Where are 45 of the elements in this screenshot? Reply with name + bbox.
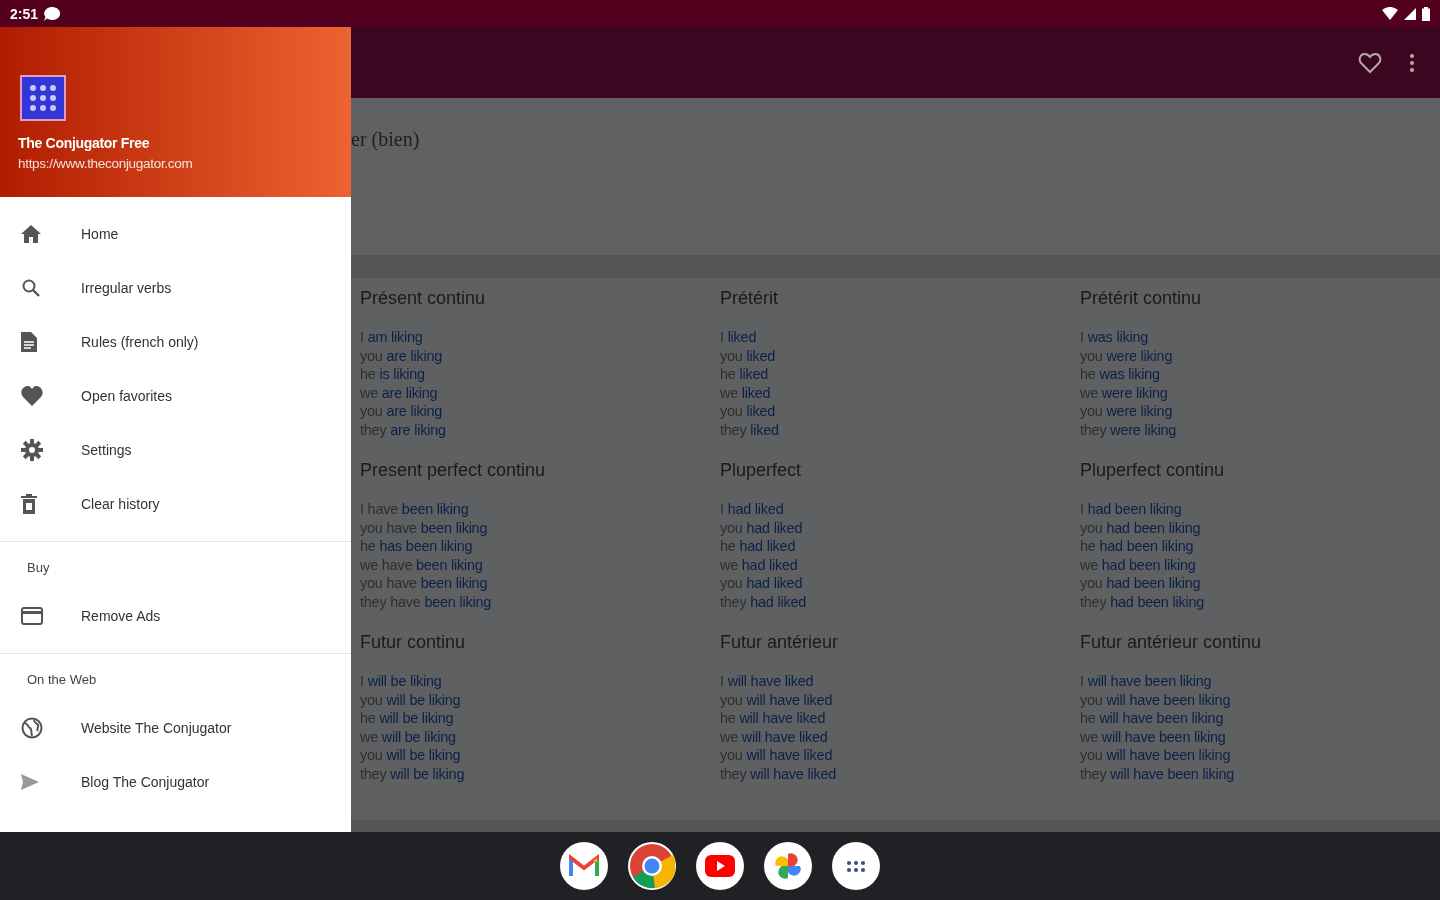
pinwheel-icon[interactable] <box>764 842 812 890</box>
tense-heading: Futur antérieur <box>720 632 840 654</box>
home-icon <box>21 225 41 243</box>
app-grid-icon[interactable] <box>832 842 880 890</box>
trash-icon <box>21 494 37 514</box>
tense-heading: Prétérit <box>720 288 780 310</box>
drawer-item[interactable]: Clear history <box>0 477 351 531</box>
drawer-item[interactable]: Remove Ads <box>0 589 351 643</box>
battery-icon <box>1422 6 1430 21</box>
search-icon <box>21 278 41 298</box>
app-logo-icon <box>20 75 66 121</box>
more-options-icon[interactable] <box>1410 53 1414 72</box>
drawer-item[interactable]: Website The Conjugator <box>0 701 351 755</box>
drawer-item[interactable]: Open favorites <box>0 369 351 423</box>
tense-heading: Futur antérieur continu <box>1080 632 1263 654</box>
app-url: https://www.theconjugator.com <box>18 156 194 171</box>
video-play-icon[interactable] <box>696 842 744 890</box>
tense-heading: Present perfect continu <box>360 460 547 482</box>
signal-icon <box>1404 7 1416 20</box>
drawer-item[interactable]: Home <box>0 207 351 261</box>
wifi-icon <box>1382 7 1398 20</box>
document-icon <box>21 332 37 352</box>
drawer-item[interactable]: Irregular verbs <box>0 261 351 315</box>
clock-time: 2:51 <box>10 5 39 22</box>
gear-icon <box>21 439 43 461</box>
tense-heading: Futur continu <box>360 632 467 654</box>
mail-app-icon[interactable] <box>560 842 608 890</box>
drawer-item[interactable]: Settings <box>0 423 351 477</box>
heart-icon <box>21 386 43 406</box>
favorite-heart-icon[interactable] <box>1358 51 1382 74</box>
credit-card-icon <box>21 607 43 625</box>
drawer-item[interactable]: Rules (french only) <box>0 315 351 369</box>
message-icon <box>44 6 61 21</box>
tense-heading: Prétérit continu <box>1080 288 1203 310</box>
browser-app-icon[interactable] <box>628 842 676 890</box>
tense-heading: Présent continu <box>360 288 487 310</box>
section-header: Buy <box>26 559 51 577</box>
section-header: On the Web <box>26 671 98 689</box>
tense-heading: Pluperfect <box>720 460 803 482</box>
send-icon <box>21 774 39 790</box>
tense-heading: Pluperfect continu <box>1080 460 1226 482</box>
globe-icon <box>21 717 43 739</box>
verb-title: er (bien) <box>351 128 420 150</box>
app-name: The Conjugator Free <box>18 135 151 151</box>
drawer-item[interactable]: Blog The Conjugator <box>0 755 351 809</box>
